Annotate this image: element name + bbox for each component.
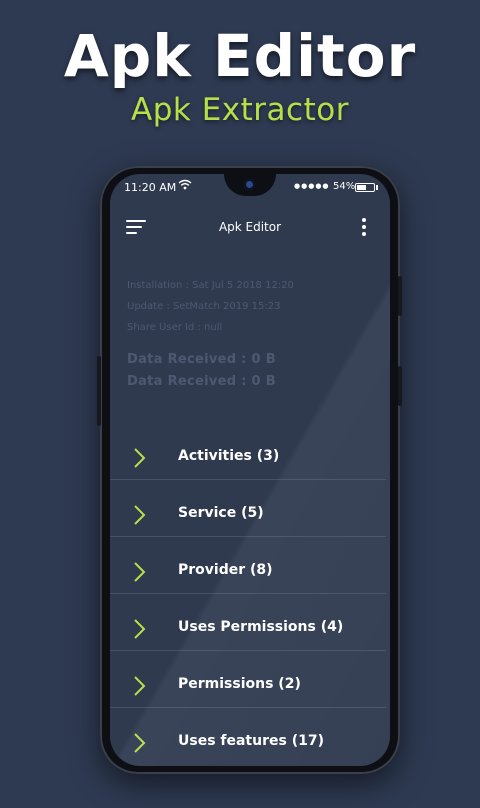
list-item-permissions[interactable]: Permissions (2) [110, 660, 390, 718]
chevron-right-icon [134, 733, 146, 753]
installation-date: Installation : Sat Jul 5 2018 12:20 [127, 280, 294, 291]
divider [110, 650, 386, 651]
battery-icon [355, 183, 375, 192]
phone-side-button [97, 356, 101, 426]
chevron-right-icon [134, 505, 146, 525]
list-item-label: Uses features (17) [178, 733, 324, 749]
status-time: 11:20 AM [124, 181, 177, 194]
promo-subtitle: Apk Extractor [131, 92, 349, 128]
display-notch [224, 174, 276, 196]
list-item-service[interactable]: Service (5) [110, 489, 390, 547]
list-item-label: Provider (8) [178, 562, 273, 578]
list-item-label: Service (5) [178, 505, 264, 521]
data-received: Data Received : 0 B [127, 374, 276, 389]
battery-level-fill [357, 185, 366, 190]
list-item-label: Activities (3) [178, 448, 280, 464]
battery-percent: 54% [333, 181, 356, 192]
signal-icon: ●●●●● [294, 182, 330, 190]
wifi-icon [178, 179, 192, 190]
list-item-activities[interactable]: Activities (3) [110, 432, 390, 490]
more-vertical-icon[interactable] [361, 218, 367, 236]
list-item-uses-features[interactable]: Uses features (17) [110, 717, 390, 766]
phone-frame: 11:20 AM ●●●●● 54% Apk Editor Installati… [97, 166, 402, 774]
phone-screen: 11:20 AM ●●●●● 54% Apk Editor Installati… [110, 174, 390, 766]
battery-tip [376, 185, 378, 190]
app-bar: Apk Editor [110, 200, 390, 254]
phone-side-button [398, 276, 402, 316]
promo-title: Apk Editor [63, 22, 417, 90]
update-date: Update : SetMatch 2019 15:23 [127, 301, 281, 312]
divider [110, 536, 386, 537]
front-camera-icon [244, 179, 255, 190]
chevron-right-icon [134, 619, 146, 639]
phone-side-button [398, 366, 402, 406]
list-item-label: Permissions (2) [178, 676, 301, 692]
data-received: Data Received : 0 B [127, 352, 276, 367]
chevron-right-icon [134, 676, 146, 696]
app-bar-title: Apk Editor [218, 220, 282, 234]
list-item-uses-permissions[interactable]: Uses Permissions (4) [110, 603, 390, 661]
status-bar: 11:20 AM ●●●●● 54% [110, 174, 390, 200]
divider [110, 479, 386, 480]
chevron-right-icon [134, 448, 146, 468]
divider [110, 707, 386, 708]
list-item-label: Uses Permissions (4) [178, 619, 344, 635]
share-user-id: Share User Id : null [127, 322, 223, 333]
chevron-right-icon [134, 562, 146, 582]
list-item-provider[interactable]: Provider (8) [110, 546, 390, 604]
divider [110, 593, 386, 594]
